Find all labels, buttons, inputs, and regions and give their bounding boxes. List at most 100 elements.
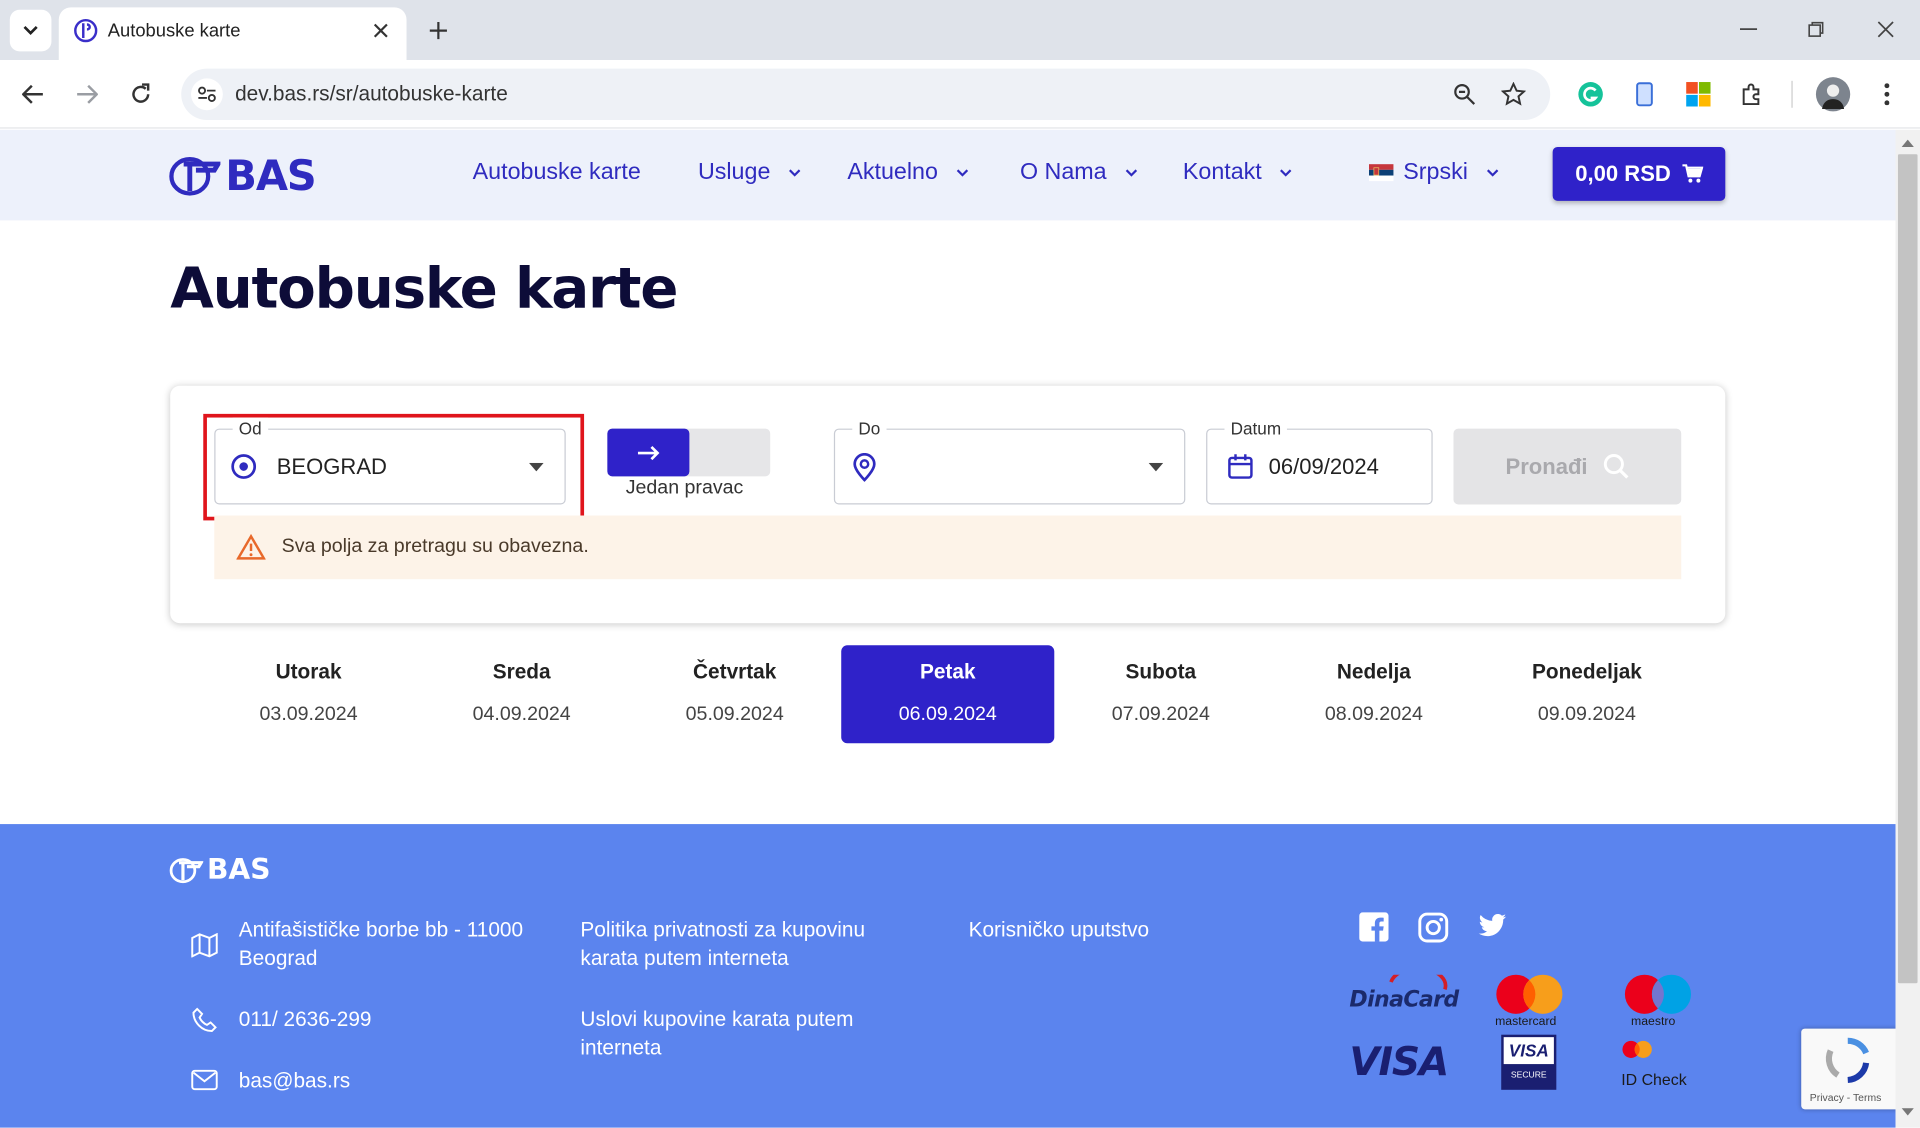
id-check-logo: ID Check: [1621, 1040, 1707, 1091]
day-tab[interactable]: Sreda 04.09.2024: [415, 645, 628, 743]
from-value: BEOGRAD: [276, 454, 387, 479]
dropdown-arrow-icon: [528, 462, 544, 472]
forward-icon[interactable]: [69, 76, 106, 113]
chevron-down-icon: [1124, 168, 1139, 178]
day-tab[interactable]: Utorak 03.09.2024: [202, 645, 415, 743]
link-privacy-policy[interactable]: Politika privatnosti za kupovinu karata …: [580, 916, 911, 972]
day-name: Četvrtak: [693, 660, 777, 684]
menu-kebab-icon[interactable]: [1873, 78, 1900, 110]
day-date: 03.09.2024: [259, 704, 358, 725]
footer-email[interactable]: bas@bas.rs: [239, 1067, 350, 1095]
zoom-icon[interactable]: [1450, 80, 1479, 109]
serbia-flag-icon: [1368, 164, 1394, 182]
logo-text: BAS: [225, 151, 316, 201]
scroll-down-icon[interactable]: [1901, 1108, 1914, 1116]
day-tab[interactable]: Subota 07.09.2024: [1054, 645, 1267, 743]
link-purchase-terms[interactable]: Uslovi kupovine karata putem interneta: [580, 1005, 898, 1061]
url-text[interactable]: dev.bas.rs/sr/autobuske-karte: [235, 82, 508, 106]
link-user-manual[interactable]: Korisničko uputstvo: [969, 916, 1149, 944]
to-label: Do: [852, 417, 887, 440]
search-button-label: Pronađi: [1505, 453, 1588, 479]
day-tab-selected[interactable]: Petak 06.09.2024: [841, 645, 1055, 744]
visa-logo: VISA: [1349, 1038, 1449, 1085]
recaptcha-badge[interactable]: Privacy - Terms: [1801, 1028, 1900, 1110]
footer-logo-text: BAS: [206, 854, 271, 887]
back-icon[interactable]: [15, 76, 52, 113]
nav-autobuske-karte[interactable]: Autobuske karte: [473, 159, 641, 186]
day-date: 05.09.2024: [685, 704, 784, 725]
language-selector[interactable]: Srpski: [1368, 159, 1500, 186]
footer-logo[interactable]: BAS: [169, 854, 271, 887]
nav-usluge[interactable]: Usluge: [698, 159, 802, 186]
date-field[interactable]: Datum 06/09/2024: [1206, 417, 1433, 505]
footer-phone[interactable]: 011/ 2636-299: [239, 1005, 372, 1033]
nav-label: Kontakt: [1182, 159, 1262, 185]
maestro-text: maestro: [1631, 1015, 1676, 1029]
visa-secure-bottom: SECURE: [1510, 1071, 1547, 1081]
page-title: Autobuske karte: [170, 254, 678, 321]
site-info-icon[interactable]: [191, 78, 223, 111]
facebook-icon[interactable]: [1359, 912, 1389, 942]
phone-extension-icon[interactable]: [1629, 78, 1661, 110]
nav-aktuelno[interactable]: Aktuelno: [847, 159, 969, 186]
location-pin-icon: [852, 453, 876, 482]
twitter-icon[interactable]: [1478, 913, 1507, 937]
date-value: 06/09/2024: [1268, 454, 1379, 479]
dinacard-text: DinaCard: [1349, 986, 1459, 1013]
cart-total: 0,00 RSD: [1575, 161, 1671, 186]
day-date: 08.09.2024: [1324, 704, 1423, 725]
close-window-icon[interactable]: [1869, 15, 1903, 44]
new-tab-icon[interactable]: [420, 13, 457, 47]
dinacard-logo: DinaCard: [1347, 974, 1459, 1026]
day-selector: Utorak 03.09.2024 Sreda 04.09.2024 Četvrta…: [202, 645, 1693, 744]
cart-button[interactable]: 0,00 RSD: [1552, 146, 1726, 201]
direction-toggle[interactable]: [607, 428, 771, 477]
day-name: Subota: [1125, 660, 1197, 684]
extensions-puzzle-icon[interactable]: [1736, 78, 1768, 110]
nav-label: Aktuelno: [847, 159, 938, 185]
recaptcha-text[interactable]: Privacy - Terms: [1810, 1091, 1882, 1103]
browser-tab[interactable]: Autobuske karte: [58, 7, 407, 61]
microsoft-extension-icon[interactable]: [1682, 78, 1714, 110]
from-select[interactable]: Od BEOGRAD: [214, 417, 566, 505]
from-label: Od: [232, 417, 268, 440]
phone-icon: [191, 1007, 218, 1034]
tab-favicon-icon: [73, 18, 98, 43]
bas-logo-icon: [169, 857, 204, 884]
mastercard-text: mastercard: [1495, 1015, 1557, 1029]
tab-search-button[interactable]: [9, 9, 52, 52]
restore-icon[interactable]: [1799, 15, 1833, 44]
close-tab-icon[interactable]: [367, 17, 394, 44]
address-bar[interactable]: dev.bas.rs/sr/autobuske-karte: [181, 68, 1551, 121]
minimize-icon[interactable]: [1731, 15, 1765, 44]
language-label: Srpski: [1403, 159, 1468, 185]
footer-address: Antifašističke borbe bb - 11000 Beograd: [238, 918, 524, 970]
profile-avatar[interactable]: [1815, 77, 1851, 112]
reload-icon[interactable]: [122, 76, 159, 113]
search-button[interactable]: Pronađi: [1453, 428, 1682, 505]
date-label: Datum: [1224, 417, 1288, 440]
scroll-up-icon[interactable]: [1901, 139, 1914, 147]
arrow-right-icon: [607, 428, 690, 477]
page-scrollbar[interactable]: [1895, 129, 1920, 1128]
nav-label: O Nama: [1020, 159, 1107, 185]
nav-o-nama[interactable]: O Nama: [1020, 159, 1138, 186]
day-tab[interactable]: Ponedeljak 09.09.2024: [1480, 645, 1693, 743]
day-name: Sreda: [492, 660, 551, 684]
day-date: 04.09.2024: [472, 704, 571, 725]
grammarly-extension-icon[interactable]: [1575, 78, 1607, 110]
warning-alert: Sva polja za pretragu su obavezna.: [214, 515, 1682, 580]
to-select[interactable]: Do: [833, 417, 1186, 505]
search-icon: [1602, 453, 1629, 480]
warning-icon: [236, 533, 266, 561]
scrollbar-thumb[interactable]: [1897, 154, 1918, 984]
day-date: 07.09.2024: [1111, 704, 1210, 725]
bookmark-star-icon[interactable]: [1499, 80, 1528, 109]
nav-kontakt[interactable]: Kontakt: [1183, 159, 1294, 186]
instagram-icon[interactable]: [1418, 912, 1449, 943]
site-logo[interactable]: BAS: [169, 151, 317, 201]
day-tab[interactable]: Nedelja 08.09.2024: [1267, 645, 1480, 743]
nav-label: Usluge: [697, 159, 771, 185]
dropdown-arrow-icon: [1148, 462, 1164, 472]
day-tab[interactable]: Četvrtak 05.09.2024: [628, 645, 841, 743]
